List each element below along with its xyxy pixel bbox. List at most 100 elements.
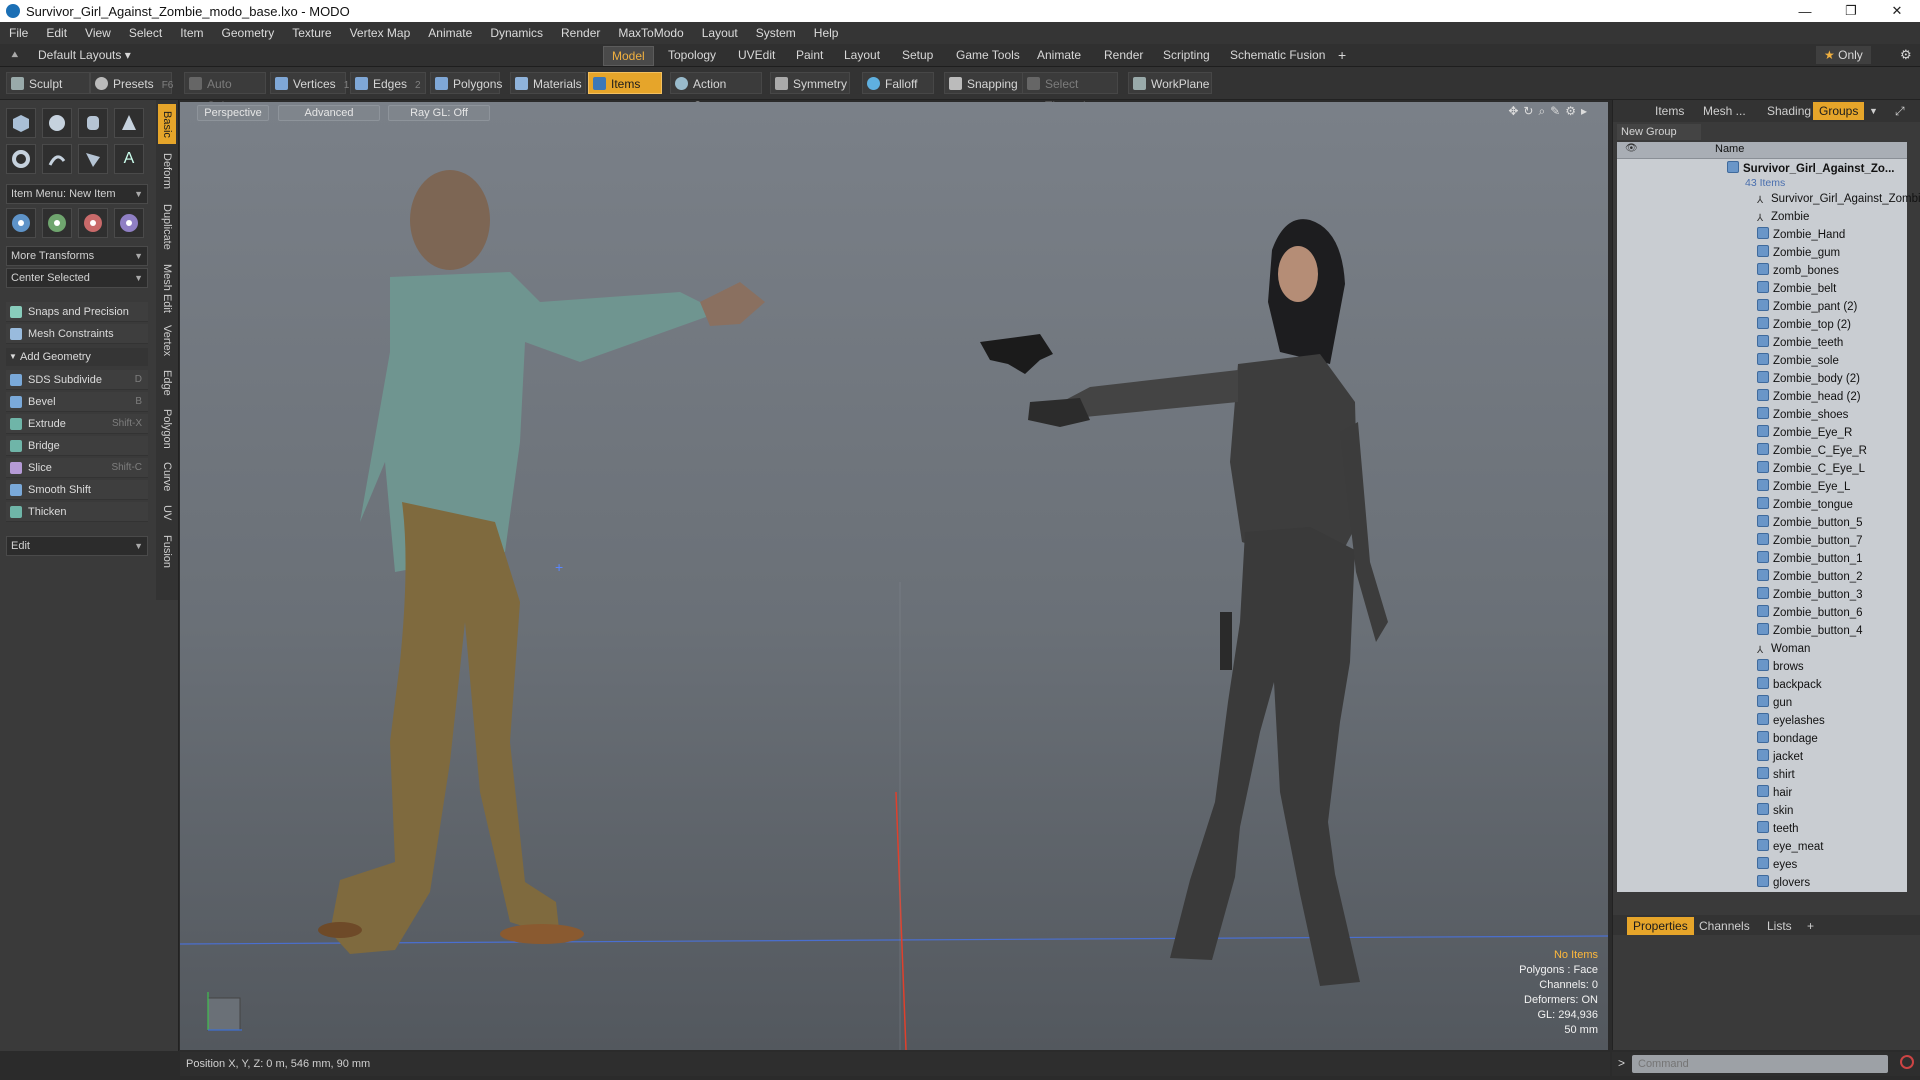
tab-channels[interactable]: Channels <box>1693 917 1756 935</box>
group-list-item[interactable]: Zombie_button_6 <box>1757 604 1863 622</box>
falloff-button[interactable]: Falloff <box>862 72 934 94</box>
torus-icon[interactable] <box>6 144 36 174</box>
3d-viewport[interactable]: Perspective Advanced Ray GL: Off ✥↻⌕✎⚙▸ <box>180 102 1608 1050</box>
add-tab-button[interactable]: + <box>1801 917 1820 935</box>
menu-vertex-map[interactable]: Vertex Map <box>341 26 420 40</box>
only-toggle[interactable]: ★ Only <box>1816 46 1871 64</box>
group-list-item[interactable]: Zombie_button_1 <box>1757 550 1863 568</box>
cone-icon[interactable] <box>114 108 144 138</box>
group-list-item[interactable]: ⅄ Woman <box>1757 640 1810 658</box>
tab-items[interactable]: Items <box>1649 102 1690 120</box>
add-tab-button[interactable]: + <box>1330 46 1354 64</box>
rotate-tool-icon[interactable] <box>42 208 72 238</box>
menu-animate[interactable]: Animate <box>419 26 481 40</box>
tab-topology[interactable]: Topology <box>660 46 724 64</box>
group-list-item[interactable]: Zombie_shoes <box>1757 406 1848 424</box>
group-list-item[interactable]: Zombie_button_4 <box>1757 622 1863 640</box>
group-list-item[interactable]: Zombie_tongue <box>1757 496 1853 514</box>
vtab-uv[interactable]: UV <box>158 500 176 526</box>
materials-button[interactable]: Materials <box>510 72 586 94</box>
group-list-item[interactable]: jacket <box>1757 748 1803 766</box>
group-list-item[interactable]: Zombie_top (2) <box>1757 316 1851 334</box>
add-geometry-section[interactable]: ▼ Add Geometry <box>6 348 148 366</box>
symmetry-button[interactable]: Symmetry <box>770 72 850 94</box>
menu-dynamics[interactable]: Dynamics <box>481 26 552 40</box>
tab-properties[interactable]: Properties <box>1627 917 1694 935</box>
menu-texture[interactable]: Texture <box>283 26 340 40</box>
auto-select-button[interactable]: Auto Select <box>184 72 266 113</box>
vtab-polygon[interactable]: Polygon <box>158 404 176 454</box>
vtab-edge[interactable]: Edge <box>158 366 176 400</box>
group-list-item[interactable]: ⅄ Zombie <box>1757 208 1809 226</box>
vtab-basic[interactable]: Basic <box>158 104 176 144</box>
maximize-button[interactable]: ❐ <box>1828 0 1874 22</box>
action-center-button[interactable]: Action Center <box>670 72 762 113</box>
tab-render[interactable]: Render <box>1096 46 1151 64</box>
group-list-item[interactable]: gun <box>1757 694 1792 712</box>
vertices-button[interactable]: Vertices 1 <box>270 72 349 94</box>
group-list-item[interactable]: Zombie_button_3 <box>1757 586 1863 604</box>
select-through-button[interactable]: Select Through <box>1022 72 1118 113</box>
group-list-item[interactable]: Zombie_Eye_R <box>1757 424 1852 442</box>
record-icon[interactable] <box>1900 1055 1914 1069</box>
new-group-button[interactable]: New Group <box>1617 124 1701 140</box>
group-list-item[interactable]: Zombie_body (2) <box>1757 370 1860 388</box>
layout-arrow-icon[interactable]: ⯅ <box>2 46 28 64</box>
close-button[interactable]: ✕ <box>1874 0 1920 22</box>
group-list-item[interactable]: zomb_bones <box>1757 262 1839 280</box>
tab-paint[interactable]: Paint <box>788 46 831 64</box>
menu-item[interactable]: Item <box>171 26 212 40</box>
group-list-item[interactable]: shirt <box>1757 766 1795 784</box>
vtab-vertex[interactable]: Vertex <box>158 320 176 362</box>
group-list-item[interactable]: Zombie_Eye_L <box>1757 478 1850 496</box>
item-menu-dropdown[interactable]: Item Menu: New Item ▼ <box>6 184 148 204</box>
sds-subdivide-button[interactable]: SDS Subdivide D <box>6 370 148 390</box>
vtab-duplicate[interactable]: Duplicate <box>158 198 176 256</box>
menu-system[interactable]: System <box>747 26 805 40</box>
tab-setup[interactable]: Setup <box>894 46 941 64</box>
tab-lists[interactable]: Lists <box>1761 917 1798 935</box>
edges-button[interactable]: Edges 2 <box>350 72 426 94</box>
edit-dropdown[interactable]: Edit ▼ <box>6 536 148 556</box>
sphere-icon[interactable] <box>42 108 72 138</box>
bridge-button[interactable]: Bridge <box>6 436 148 456</box>
thicken-button[interactable]: Thicken <box>6 502 148 522</box>
default-layouts-dropdown[interactable]: Default Layouts ▾ <box>30 46 139 64</box>
group-list-item[interactable]: Zombie_teeth <box>1757 334 1843 352</box>
vtab-fusion[interactable]: Fusion <box>158 530 176 574</box>
polygons-button[interactable]: Polygons <box>430 72 502 94</box>
extrude-button[interactable]: Extrude Shift-X <box>6 414 148 434</box>
group-list-item[interactable]: Zombie_pant (2) <box>1757 298 1857 316</box>
group-list-item[interactable]: Zombie_belt <box>1757 280 1836 298</box>
vtab-curve[interactable]: Curve <box>158 458 176 496</box>
group-list-item[interactable]: Zombie_gum <box>1757 244 1840 262</box>
menu-render[interactable]: Render <box>552 26 609 40</box>
minimize-button[interactable]: — <box>1782 0 1828 22</box>
tab-scripting[interactable]: Scripting <box>1155 46 1218 64</box>
tab-animate[interactable]: Animate <box>1029 46 1089 64</box>
transform-tool-icon[interactable] <box>114 208 144 238</box>
group-list-item[interactable]: Zombie_C_Eye_L <box>1757 460 1865 478</box>
menu-layout[interactable]: Layout <box>693 26 747 40</box>
vtab-mesh-edit[interactable]: Mesh Edit <box>158 260 176 316</box>
name-column-header[interactable]: Name <box>1715 143 1744 155</box>
group-list-item[interactable]: eye_meat <box>1757 838 1824 856</box>
group-list-item[interactable]: teeth <box>1757 820 1799 838</box>
tab-uvedit[interactable]: UVEdit <box>730 46 783 64</box>
group-list-item[interactable]: backpack <box>1757 676 1822 694</box>
group-list-item[interactable]: Zombie_C_Eye_R <box>1757 442 1867 460</box>
tab-schematic-fusion[interactable]: Schematic Fusion <box>1222 46 1333 64</box>
menu-maxtomodo[interactable]: MaxToModo <box>609 26 692 40</box>
chevron-down-icon[interactable]: ▼ <box>1863 102 1884 120</box>
smooth-shift-button[interactable]: Smooth Shift <box>6 480 148 500</box>
menu-select[interactable]: Select <box>120 26 171 40</box>
group-list-item[interactable]: Zombie_button_2 <box>1757 568 1863 586</box>
bevel-button[interactable]: Bevel B <box>6 392 148 412</box>
tab-model[interactable]: Model <box>603 46 654 66</box>
group-list-item[interactable]: skin <box>1757 802 1793 820</box>
group-list-item[interactable]: Zombie_button_5 <box>1757 514 1863 532</box>
tube-icon[interactable] <box>78 144 108 174</box>
center-selected-dropdown[interactable]: Center Selected ▼ <box>6 268 148 288</box>
group-list-item[interactable]: bondage <box>1757 730 1818 748</box>
items-button[interactable]: Items <box>588 72 662 94</box>
